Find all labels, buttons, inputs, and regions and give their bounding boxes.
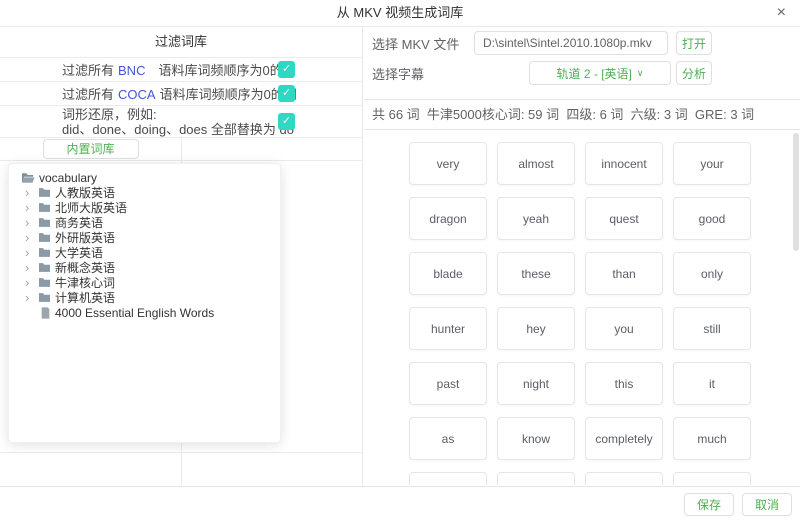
word-card[interactable]: quest [585,197,663,240]
title-bar: 从 MKV 视频生成词库 × [0,0,800,27]
tree-item-waiyanban[interactable]: › 外研版英语 [9,230,280,245]
mkv-vocab-dialog: 从 MKV 视频生成词库 × 过滤词库 过滤所有BNC语料库词频顺序为0的词 ✓… [0,0,800,521]
lemma-checkbox[interactable]: ✓ [278,113,295,130]
folder-icon [38,187,51,198]
tree-item-label: vocabulary [39,171,97,185]
analyze-button[interactable]: 分析 [676,61,712,85]
word-grid: very almost innocent your dragon yeah qu… [364,130,800,485]
word-card[interactable]: still [673,307,751,350]
analysis-panel: 选择 MKV 文件 打开 选择字幕 轨道 2 - [英语] ∨ 分析 共 66 … [364,27,800,486]
chevron-right-icon: › [25,291,38,304]
builtin-vocab-tree: vocabulary › 人教版英语 › 北师大版英语 › 商务英语 › 外研版… [8,163,281,443]
word-card[interactable]: dragon [409,197,487,240]
folder-icon [38,277,51,288]
coca-filter-checkbox[interactable]: ✓ [278,85,295,102]
chevron-right-icon: › [25,246,38,259]
coca-link[interactable]: COCA [118,87,156,102]
chevron-right-icon: › [25,276,38,289]
word-card[interactable]: innocent [585,142,663,185]
word-card[interactable]: you [585,307,663,350]
bnc-link[interactable]: BNC [118,63,145,78]
word-card[interactable]: yeah [497,197,575,240]
mkv-file-label: 选择 MKV 文件 [372,34,474,53]
file-form: 选择 MKV 文件 打开 选择字幕 轨道 2 - [英语] ∨ 分析 [364,27,800,100]
tree-item-xingainian[interactable]: › 新概念英语 [9,260,280,275]
tree-item-shangwu[interactable]: › 商务英语 [9,215,280,230]
chevron-right-icon: › [25,186,38,199]
open-button[interactable]: 打开 [676,31,712,55]
save-button[interactable]: 保存 [684,493,734,516]
tree-item-daxue[interactable]: › 大学英语 [9,245,280,260]
builtin-button-row: 内置词库 [0,138,362,161]
word-card[interactable] [409,472,487,485]
filter-panel: 过滤词库 过滤所有BNC语料库词频顺序为0的词 ✓ 过滤所有COCA语料库词频顺… [0,27,363,486]
tree-item-jisuanji[interactable]: › 计算机英语 [9,290,280,305]
word-card[interactable]: your [673,142,751,185]
word-card[interactable]: completely [585,417,663,460]
subtitle-track-value: 轨道 2 - [英语] [557,65,632,82]
chevron-right-icon: › [25,261,38,274]
word-card[interactable] [673,472,751,485]
word-card[interactable]: hey [497,307,575,350]
word-grid-area: very almost innocent your dragon yeah qu… [364,130,800,485]
filter-row-bnc: 过滤所有BNC语料库词频顺序为0的词 ✓ [0,58,362,82]
tree-item-root[interactable]: vocabulary [9,170,280,185]
word-card[interactable] [497,472,575,485]
subtitle-row: 选择字幕 轨道 2 - [英语] ∨ 分析 [364,61,800,85]
subtitle-track-select[interactable]: 轨道 2 - [英语] ∨ [529,61,671,85]
dialog-title: 从 MKV 视频生成词库 [0,0,800,26]
word-card[interactable]: this [585,362,663,405]
word-card[interactable]: past [409,362,487,405]
word-card[interactable]: good [673,197,751,240]
word-card[interactable] [585,472,663,485]
word-card[interactable]: as [409,417,487,460]
word-stats: 共 66 词 牛津5000核心词: 59 词 四级: 6 词 六级: 3 词 G… [364,100,800,130]
word-card[interactable]: it [673,362,751,405]
tree-item-label: 计算机英语 [55,289,115,306]
tree-item-renjiaoban[interactable]: › 人教版英语 [9,185,280,200]
word-card[interactable]: hunter [409,307,487,350]
builtin-vocab-button[interactable]: 内置词库 [43,139,139,159]
folder-icon [38,217,51,228]
folder-icon [38,247,51,258]
chevron-right-icon: › [25,216,38,229]
word-card[interactable]: these [497,252,575,295]
tree-item-niujin[interactable]: › 牛津核心词 [9,275,280,290]
word-card[interactable]: blade [409,252,487,295]
folder-icon [38,202,51,213]
filter-row-lemma: 词形还原，例如: did、done、doing、does 全部替换为 do ✓ [0,106,362,138]
filter-panel-title: 过滤词库 [0,27,362,58]
folder-icon [38,292,51,303]
scrollbar[interactable] [793,133,799,251]
chevron-right-icon: › [25,231,38,244]
word-card[interactable]: very [409,142,487,185]
filter-coca-label: 过滤所有COCA语料库词频顺序为0的词 [62,84,297,103]
subtitle-label: 选择字幕 [372,64,474,83]
mkv-path-input[interactable] [474,31,668,55]
lemma-label: 词形还原，例如: did、done、doing、does 全部替换为 do [62,107,294,137]
filter-bnc-label: 过滤所有BNC语料库词频顺序为0的词 [62,60,296,79]
word-card[interactable]: much [673,417,751,460]
word-card[interactable]: night [497,362,575,405]
tree-item-4000-essential[interactable]: 4000 Essential English Words [9,305,280,320]
word-card[interactable]: only [673,252,751,295]
mkv-file-row: 选择 MKV 文件 打开 [364,31,800,55]
bnc-filter-checkbox[interactable]: ✓ [278,61,295,78]
tree-item-label: 4000 Essential English Words [55,306,214,320]
word-card[interactable]: almost [497,142,575,185]
dialog-footer: 保存 取消 [0,486,800,521]
left-bottom-area [0,453,362,486]
close-icon[interactable]: × [773,0,790,26]
book-icon [40,307,51,319]
cancel-button[interactable]: 取消 [742,493,792,516]
word-card[interactable]: know [497,417,575,460]
tree-item-beishida[interactable]: › 北师大版英语 [9,200,280,215]
chevron-down-icon: ∨ [637,68,644,79]
word-card[interactable]: than [585,252,663,295]
folder-icon [38,232,51,243]
folder-icon [38,262,51,273]
chevron-right-icon: › [25,201,38,214]
filter-row-coca: 过滤所有COCA语料库词频顺序为0的词 ✓ [0,82,362,106]
folder-open-icon [21,172,35,184]
